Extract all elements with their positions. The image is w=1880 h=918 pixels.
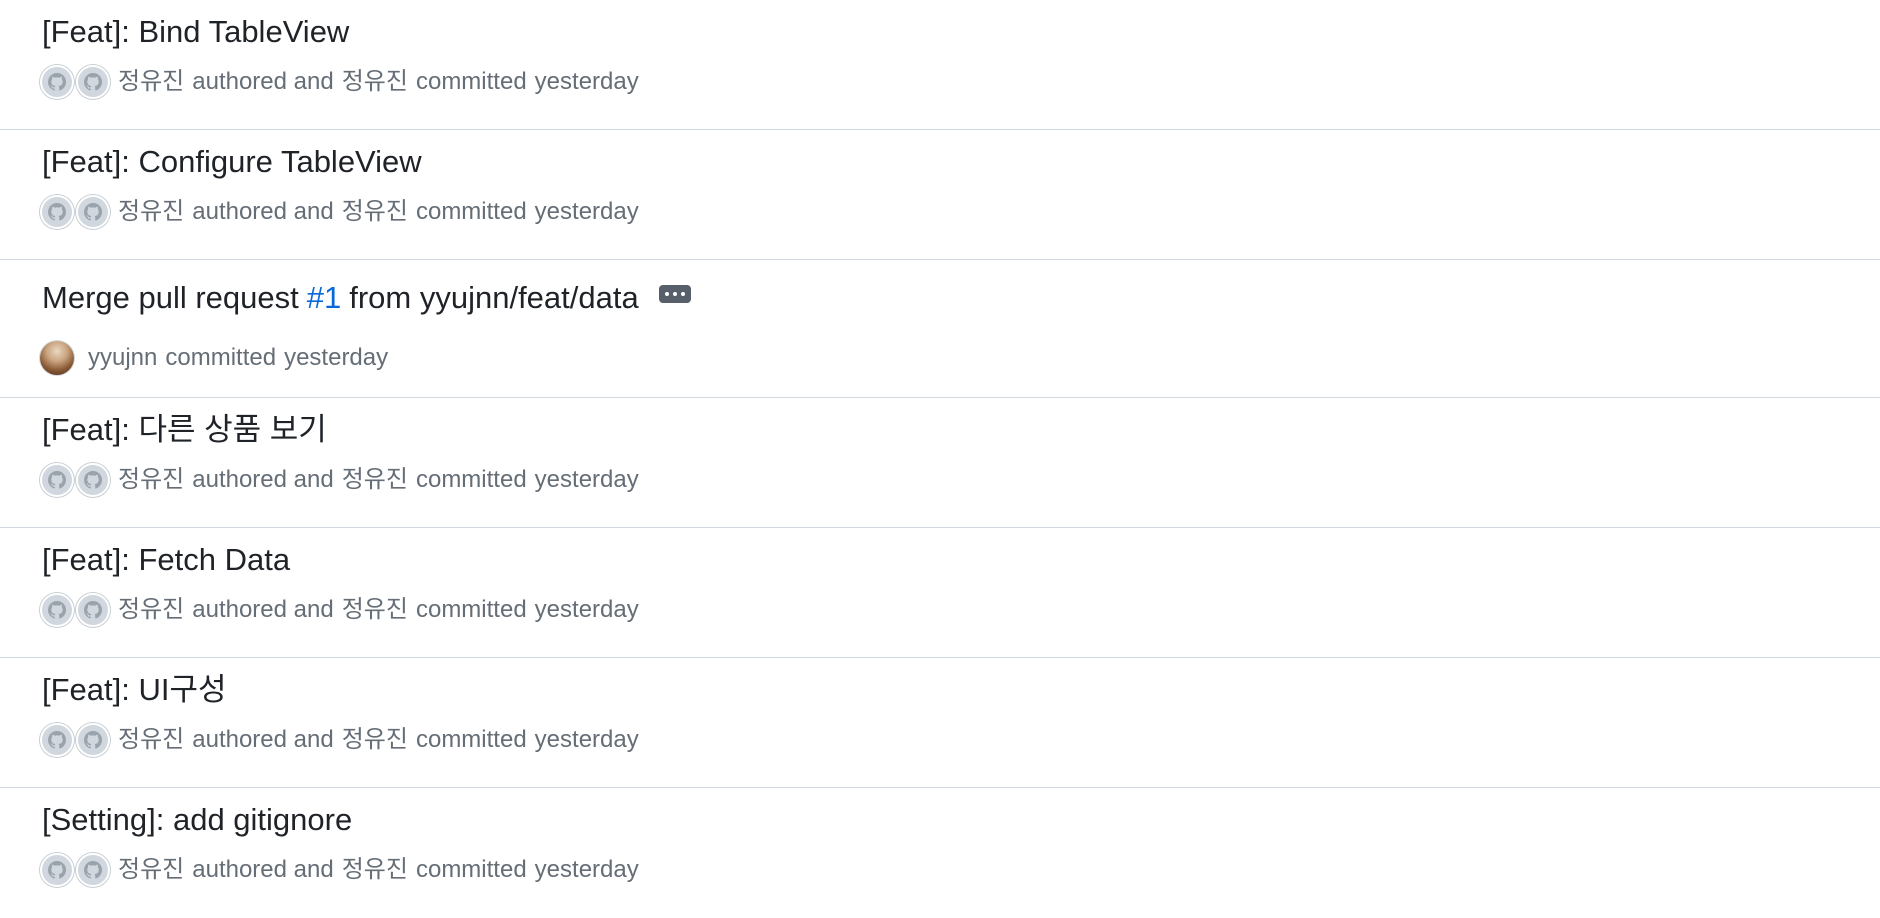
committed-label: committed (415, 68, 527, 95)
avatar-stack (40, 853, 112, 887)
author-link[interactable]: 정유진 (118, 592, 184, 628)
commit-row: [Setting]: add gitignore 정유진 authored an… (0, 788, 1880, 918)
commit-title-row: [Feat]: Configure TableView (42, 142, 422, 182)
commit-title-link-suffix[interactable]: from yyujnn/feat/data (349, 278, 639, 318)
commit-meta: 정유진 authored and 정유진 committed yesterday (40, 852, 639, 888)
commit-time: yesterday (534, 726, 639, 753)
authored-label: authored and (192, 726, 334, 753)
author-avatar[interactable] (40, 65, 74, 99)
committer-avatar[interactable] (76, 593, 110, 627)
commit-title-link[interactable]: Merge pull request (42, 278, 299, 318)
committer-avatar[interactable] (76, 195, 110, 229)
commit-meta: 정유진 authored and 정유진 committed yesterday (40, 64, 639, 100)
github-octocat-icon (84, 601, 103, 619)
avatar-stack (40, 593, 112, 627)
github-octocat-icon (84, 471, 103, 489)
author-link[interactable]: 정유진 (118, 722, 184, 758)
commit-row: [Feat]: Configure TableView 정유진 authored… (0, 130, 1880, 260)
authored-label: authored and (192, 68, 334, 95)
author-avatar[interactable] (40, 195, 74, 229)
commit-row: Merge pull request #1 from yyujnn/feat/d… (0, 260, 1880, 398)
committer-link[interactable]: 정유진 (342, 592, 408, 628)
committer-link[interactable]: 정유진 (342, 64, 408, 100)
github-octocat-icon (84, 731, 103, 749)
committer-avatar[interactable] (76, 723, 110, 757)
committed-label: committed (415, 726, 527, 753)
dot (672, 292, 677, 296)
commit-row: [Feat]: Bind TableView 정유진 authored and … (0, 0, 1880, 130)
commit-row: [Feat]: 다른 상품 보기 정유진 authored and 정유진 co… (0, 398, 1880, 528)
committer-avatar[interactable] (76, 853, 110, 887)
avatar-stack (40, 195, 112, 229)
commit-title-link[interactable]: [Setting]: add gitignore (42, 800, 352, 840)
author-link[interactable]: 정유진 (118, 852, 184, 888)
committed-label: committed (415, 466, 527, 493)
committer-avatar[interactable] (76, 65, 110, 99)
avatar-stack (40, 463, 112, 497)
ellipsis-icon[interactable] (658, 285, 691, 303)
committed-label: committed (165, 344, 277, 371)
github-octocat-icon (48, 861, 67, 879)
commit-time: yesterday (284, 344, 389, 371)
commit-time: yesterday (534, 198, 639, 225)
avatar-stack (40, 65, 112, 99)
committer-avatar[interactable] (76, 463, 110, 497)
commit-title-row: [Feat]: Fetch Data (42, 540, 290, 580)
commit-time: yesterday (534, 596, 639, 623)
commit-title-row: Merge pull request #1 from yyujnn/feat/d… (42, 278, 691, 318)
authored-label: authored and (192, 856, 334, 883)
commit-time: yesterday (534, 856, 639, 883)
author-link[interactable]: 정유진 (118, 64, 184, 100)
commit-title-link[interactable]: [Feat]: Configure TableView (42, 142, 422, 182)
committer-link[interactable]: yyujnn (88, 340, 157, 376)
commit-title-link[interactable]: [Feat]: Fetch Data (42, 540, 290, 580)
github-octocat-icon (84, 73, 103, 91)
commit-meta: 정유진 authored and 정유진 committed yesterday (40, 462, 639, 498)
committer-link[interactable]: 정유진 (342, 722, 408, 758)
committed-label: committed (415, 856, 527, 883)
github-octocat-icon (48, 203, 67, 221)
author-avatar[interactable] (40, 593, 74, 627)
commit-title-link[interactable]: [Feat]: Bind TableView (42, 12, 349, 52)
dot (680, 292, 685, 296)
commit-meta: yyujnn committed yesterday (40, 340, 388, 376)
github-octocat-icon (48, 601, 67, 619)
author-avatar[interactable] (40, 853, 74, 887)
committer-link[interactable]: 정유진 (342, 852, 408, 888)
authored-label: authored and (192, 596, 334, 623)
author-link[interactable]: 정유진 (118, 194, 184, 230)
author-avatar[interactable] (40, 723, 74, 757)
authored-label: authored and (192, 466, 334, 493)
commit-meta: 정유진 authored and 정유진 committed yesterday (40, 722, 639, 758)
commit-row: [Feat]: Fetch Data 정유진 authored and 정유진 … (0, 528, 1880, 658)
commit-title-row: [Feat]: Bind TableView (42, 12, 349, 52)
dot (664, 292, 669, 296)
committed-label: committed (415, 596, 527, 623)
author-link[interactable]: 정유진 (118, 462, 184, 498)
commit-title-link[interactable]: [Feat]: UI구성 (42, 670, 227, 710)
author-avatar[interactable] (40, 463, 74, 497)
github-octocat-icon (84, 861, 103, 879)
commit-meta: 정유진 authored and 정유진 committed yesterday (40, 592, 639, 628)
commit-time: yesterday (534, 466, 639, 493)
commit-title-row: [Setting]: add gitignore (42, 800, 352, 840)
github-octocat-icon (48, 73, 67, 91)
committer-link[interactable]: 정유진 (342, 462, 408, 498)
commit-meta: 정유진 authored and 정유진 committed yesterday (40, 194, 639, 230)
commit-title-row: [Feat]: UI구성 (42, 670, 227, 710)
committed-label: committed (415, 198, 527, 225)
commit-title-row: [Feat]: 다른 상품 보기 (42, 410, 327, 450)
commit-title-link[interactable]: [Feat]: 다른 상품 보기 (42, 410, 327, 450)
github-octocat-icon (48, 731, 67, 749)
commit-row: [Feat]: UI구성 정유진 authored and 정유진 commit… (0, 658, 1880, 788)
committer-avatar[interactable] (40, 341, 74, 375)
authored-label: authored and (192, 198, 334, 225)
avatar-stack (40, 723, 112, 757)
pull-request-link[interactable]: #1 (307, 278, 341, 318)
github-octocat-icon (84, 203, 103, 221)
github-octocat-icon (48, 471, 67, 489)
commit-time: yesterday (534, 68, 639, 95)
committer-link[interactable]: 정유진 (342, 194, 408, 230)
commit-list: [Feat]: Bind TableView 정유진 authored and … (0, 0, 1880, 918)
